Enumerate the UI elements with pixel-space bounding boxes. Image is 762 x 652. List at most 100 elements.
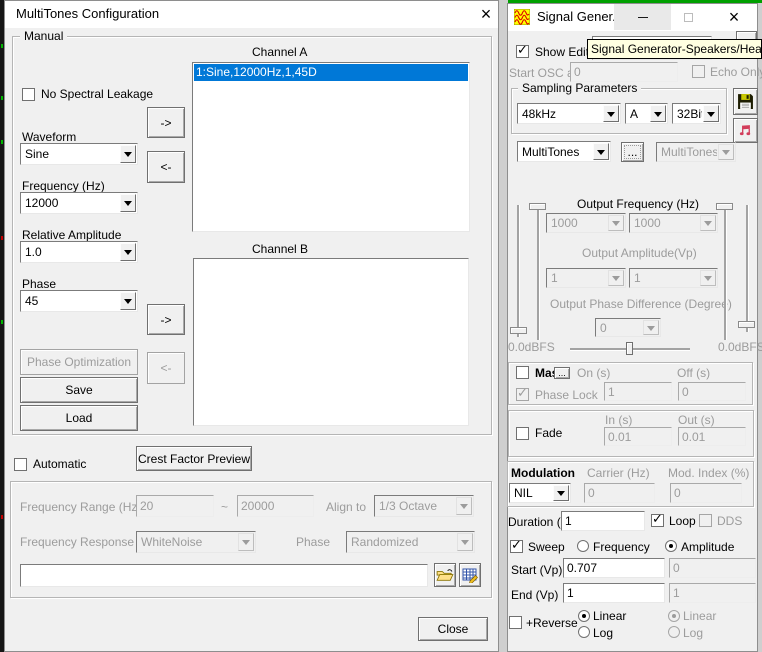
fine-slider-a-thumb[interactable] — [529, 203, 546, 210]
amplitude-slider-b-thumb[interactable] — [738, 321, 755, 328]
dropdown-arrow-icon[interactable] — [650, 105, 666, 122]
dropdown-arrow-icon[interactable] — [553, 485, 569, 501]
reverse-checkbox[interactable] — [509, 616, 522, 629]
wave-type-b-combo: MultiTones — [656, 142, 736, 162]
edit-table-button[interactable] — [459, 563, 481, 587]
sweep-amplitude-radio[interactable] — [665, 540, 677, 552]
manual-group-label: Manual — [20, 30, 67, 43]
music-notes-icon — [738, 123, 753, 138]
output-phase-difference-label: Output Phase Difference (Degree) — [550, 297, 732, 311]
linear-b-radio — [668, 610, 680, 622]
output-phase-value: 0 — [600, 321, 642, 335]
relative-amplitude-value: 1.0 — [25, 245, 119, 259]
save-button[interactable]: Save — [20, 377, 138, 403]
linear-a-label: Linear — [593, 609, 626, 623]
duration-input[interactable] — [561, 511, 645, 531]
tooltip: Signal Generator-Speakers/Hea — [587, 39, 762, 59]
phase-optimization-button: Phase Optimization — [20, 349, 138, 375]
music-editor-button[interactable] — [733, 118, 758, 143]
end-vp-label: End (Vp) — [511, 588, 558, 602]
automatic-checkbox[interactable] — [14, 458, 27, 471]
phase-combo[interactable]: 45 — [20, 290, 138, 312]
maximize-button — [676, 4, 700, 30]
sweep-checkbox[interactable] — [510, 540, 523, 553]
auto-phase-value: Randomized — [351, 535, 456, 549]
mod-index-label: Mod. Index (%) — [668, 466, 749, 480]
add-to-channel-a-button[interactable]: -> — [147, 107, 185, 138]
loop-label: Loop — [669, 514, 696, 528]
load-button[interactable]: Load — [20, 405, 138, 431]
dropdown-arrow-icon[interactable] — [603, 105, 619, 122]
mask-config-button[interactable]: ... — [554, 367, 570, 379]
waveform-combo[interactable]: Sine — [20, 143, 138, 165]
phase-label: Phase — [22, 277, 56, 291]
dds-checkbox — [699, 514, 712, 527]
multitones-title: MultiTones Configuration — [16, 7, 159, 21]
modulation-label: Modulation — [511, 466, 575, 480]
sweep-amplitude-label: Amplitude — [681, 540, 734, 554]
close-button-label: Close — [438, 622, 469, 636]
remove-from-channel-a-button[interactable]: <- — [147, 151, 185, 183]
channel-a-selected-item[interactable]: 1:Sine,12000Hz,1,45D — [194, 64, 468, 81]
fine-slider-b-thumb[interactable] — [716, 203, 733, 210]
align-to-label: Align to — [326, 500, 366, 514]
mask-checkbox[interactable] — [516, 366, 529, 379]
close-button[interactable]: Close — [418, 617, 488, 641]
multitones-config-button[interactable]: ... — [621, 142, 644, 162]
channel-a-list[interactable]: 1:Sine,12000Hz,1,45D — [192, 62, 470, 232]
output-amplitude-label: Output Amplitude(Vp) — [582, 246, 697, 260]
open-file-button[interactable] — [434, 563, 456, 587]
no-spectral-leakage-checkbox[interactable] — [22, 88, 35, 101]
dropdown-arrow-icon[interactable] — [703, 105, 719, 122]
relative-amplitude-combo[interactable]: 1.0 — [20, 241, 138, 263]
signal-generator-close-button[interactable]: × — [722, 4, 746, 30]
load-label: Load — [66, 411, 93, 425]
dropdown-arrow-icon[interactable] — [120, 145, 136, 163]
right-arrow-icon: -> — [160, 313, 171, 327]
add-to-channel-b-button[interactable]: -> — [147, 304, 185, 335]
linear-b-label: Linear — [683, 609, 716, 623]
echo-only-label: Echo Only — [710, 65, 762, 79]
app-waveform-icon — [514, 9, 530, 25]
start-vp-a-input[interactable] — [563, 558, 665, 578]
crest-factor-preview-button[interactable]: Crest Factor Preview — [136, 446, 252, 471]
show-editor-checkbox[interactable] — [516, 45, 529, 58]
dropdown-arrow-icon[interactable] — [120, 292, 136, 310]
fade-out-label: Out (s) — [678, 413, 715, 427]
output-frequency-a-combo: 1000 — [546, 213, 626, 233]
close-icon: × — [729, 8, 740, 26]
end-vp-a-input[interactable] — [563, 583, 665, 603]
frequency-combo[interactable]: 12000 — [20, 192, 138, 214]
open-folder-icon — [436, 568, 454, 582]
save-signal-button[interactable] — [733, 88, 758, 115]
echo-only-checkbox — [692, 65, 705, 78]
sampling-rate-combo[interactable]: 48kHz — [517, 103, 621, 124]
sweep-frequency-label: Frequency — [593, 540, 650, 554]
mask-on-input — [604, 382, 672, 401]
phase-optimization-label: Phase Optimization — [27, 355, 131, 369]
background-artifact — [1, 515, 3, 519]
loop-checkbox[interactable] — [651, 514, 664, 527]
output-amplitude-b-value: 1 — [634, 271, 699, 285]
table-pencil-icon — [462, 567, 478, 583]
save-label: Save — [65, 383, 92, 397]
balance-slider-thumb[interactable] — [626, 342, 633, 355]
dropdown-arrow-icon[interactable] — [120, 194, 136, 212]
dropdown-arrow-icon[interactable] — [120, 243, 136, 261]
wave-type-a-combo[interactable]: MultiTones — [517, 141, 611, 162]
multitones-close-button[interactable]: × — [476, 4, 496, 24]
minimize-button[interactable] — [614, 4, 671, 30]
channel-b-list[interactable] — [193, 258, 469, 426]
sampling-channel-combo[interactable]: A — [625, 103, 668, 124]
sweep-label: Sweep — [528, 540, 565, 554]
amplitude-slider-a-thumb[interactable] — [510, 327, 527, 334]
fade-checkbox[interactable] — [516, 427, 529, 440]
frequency-range-min-input — [136, 495, 214, 517]
sweep-frequency-radio[interactable] — [577, 540, 589, 552]
linear-a-radio[interactable] — [578, 610, 590, 622]
log-a-radio[interactable] — [578, 626, 590, 638]
modulation-combo[interactable]: NIL — [509, 483, 571, 503]
dropdown-arrow-icon[interactable] — [593, 143, 609, 160]
dds-label: DDS — [717, 514, 742, 528]
sampling-bits-combo[interactable]: 32Bit — [672, 103, 721, 124]
